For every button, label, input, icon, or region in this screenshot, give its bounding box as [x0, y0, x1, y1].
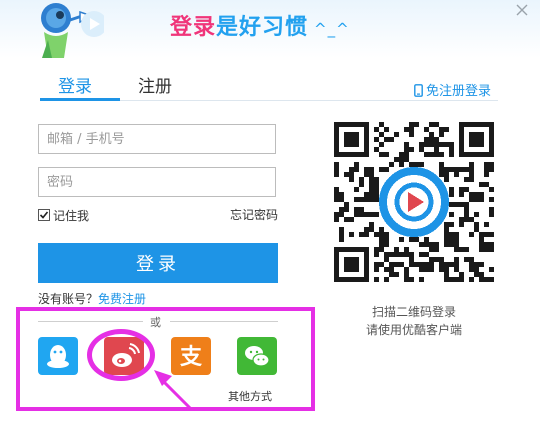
- qr-caption-line1: 扫描二维码登录: [371, 305, 456, 319]
- close-button[interactable]: [512, 0, 532, 20]
- banner-slogan: 登录是好习惯 ^_^: [170, 9, 350, 41]
- qr-caption: 扫描二维码登录 请使用优酷客户端: [330, 303, 498, 339]
- tab-login[interactable]: 登录: [58, 72, 92, 97]
- divider-or: 或: [150, 316, 161, 329]
- alipay-glyph: 支: [180, 345, 203, 370]
- qq-penguin-icon: [47, 345, 69, 368]
- alipay-icon: 支: [180, 345, 203, 370]
- phone-icon: [414, 84, 423, 97]
- weibo-icon: [112, 343, 140, 367]
- free-register-link[interactable]: 免费注册: [98, 292, 146, 306]
- forgot-password-link[interactable]: 忘记密码: [230, 206, 278, 223]
- tab-register[interactable]: 注册: [138, 72, 172, 97]
- mascot-logo: [41, 3, 104, 58]
- wechat-login-button[interactable]: [237, 337, 277, 375]
- divider-line-left: [38, 321, 143, 322]
- active-tab-indicator: [40, 98, 120, 101]
- remember-checkbox[interactable]: [38, 209, 50, 221]
- sms-login-label: 免注册登录: [426, 84, 492, 99]
- register-prompt-text: 没有账号？: [38, 292, 99, 306]
- alipay-login-button[interactable]: 支: [171, 337, 211, 375]
- remember-label: 记住我: [53, 209, 90, 223]
- password-input[interactable]: [38, 167, 276, 197]
- divider-line-right: [170, 321, 278, 322]
- slogan-text: 是好习惯: [216, 15, 309, 40]
- close-icon: [516, 4, 528, 16]
- qq-login-button[interactable]: [38, 337, 78, 375]
- slogan-smiley: ^_^: [314, 20, 350, 38]
- register-prompt: 没有账号？免费注册: [38, 290, 146, 307]
- sms-login-link[interactable]: 免注册登录: [414, 80, 491, 99]
- other-methods-link[interactable]: 其他方式: [228, 388, 272, 404]
- weibo-login-button[interactable]: [104, 337, 144, 375]
- remember-me: 记住我: [38, 207, 89, 224]
- wechat-icon: [245, 346, 270, 367]
- qr-code: [334, 122, 494, 282]
- header-banner: 登录是好习惯 ^_^: [0, 0, 540, 58]
- checkmark-icon: [39, 211, 49, 219]
- slogan-highlight: 登录: [170, 15, 217, 40]
- account-input[interactable]: [38, 124, 276, 154]
- qr-caption-line2: 请使用优酷客户端: [365, 323, 462, 337]
- login-button[interactable]: 登录: [38, 243, 278, 283]
